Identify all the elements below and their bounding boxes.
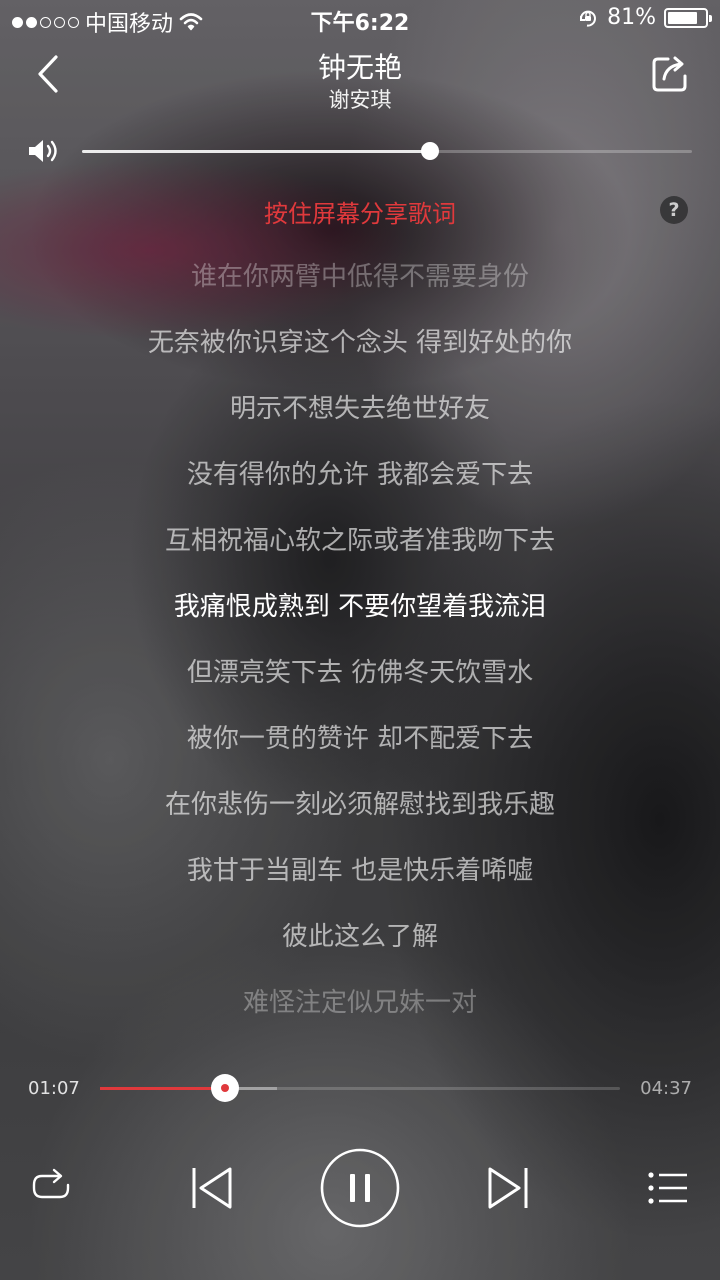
speaker-icon: [29, 140, 57, 162]
share-button[interactable]: [648, 52, 692, 96]
volume-slider[interactable]: [82, 142, 692, 160]
loop-icon: [32, 1168, 70, 1199]
battery-level-fill: [668, 11, 698, 24]
pause-button[interactable]: [320, 1148, 400, 1228]
lyric-line: 无奈被你识穿这个念头 得到好处的你: [147, 328, 573, 358]
lyric-line: 没有得你的允许 我都会爱下去: [186, 460, 534, 490]
seek-bar-played: [100, 1087, 225, 1090]
status-bar: 中国移动 下午6:22 81%: [0, 0, 720, 38]
help-icon[interactable]: ?: [660, 196, 688, 224]
elapsed-time: 01:07: [28, 1078, 80, 1099]
lyric-line: 我甘于当副车 也是快乐着唏嘘: [186, 856, 534, 886]
lyric-line: 在你悲伤一刻必须解慰找到我乐趣: [164, 790, 555, 820]
lyrics-panel[interactable]: 谁在你两臂中低得不需要身份无奈被你识穿这个念头 得到好处的你 明示不想失去绝世好友…: [0, 244, 720, 1036]
share-lyrics-hint: 按住屏幕分享歌词: [264, 200, 456, 228]
playlist-button[interactable]: [646, 1168, 690, 1208]
lyric-line: 但漂亮笑下去 彷佛冬天饮雪水: [186, 658, 534, 688]
battery-icon: [664, 7, 712, 28]
lyric-line: 明示不想失去绝世好友: [229, 394, 490, 424]
previous-track-button[interactable]: [188, 1164, 236, 1212]
playback-controls: [0, 1146, 720, 1230]
lyric-line: 互相祝福心软之际或者准我吻下去: [164, 526, 555, 556]
player-header: 钟无艳 谢安琪: [0, 40, 720, 120]
seek-thumb-dot: [220, 1084, 229, 1092]
status-right: 81%: [577, 5, 712, 30]
orientation-lock-icon: [580, 10, 597, 27]
seek-bar[interactable]: [100, 1074, 620, 1102]
volume-control: [0, 133, 720, 169]
previous-track-icon: [192, 1167, 232, 1209]
lyric-line: 被你一贯的赞许 却不配爱下去: [186, 724, 534, 754]
song-artist: 谢安琪: [328, 88, 392, 112]
battery-percent: 81%: [607, 5, 656, 30]
volume-level-fill: [82, 150, 430, 153]
lyric-line: 谁在你两臂中低得不需要身份: [190, 262, 529, 292]
lyric-line: 彼此这么了解: [281, 922, 438, 952]
current-lyric-line: 我痛恨成熟到 不要你望着我流泪: [173, 592, 547, 622]
playlist-icon: [648, 1172, 687, 1204]
playback-progress: 01:07 04:37: [0, 1070, 720, 1106]
lyric-line: 难怪注定似兄妹一对: [242, 988, 477, 1018]
share-icon: [652, 56, 687, 92]
next-track-icon: [488, 1167, 528, 1209]
song-title: 钟无艳: [317, 51, 402, 84]
loop-mode-button[interactable]: [28, 1166, 74, 1208]
next-track-button[interactable]: [484, 1164, 532, 1212]
total-time: 04:37: [640, 1078, 692, 1099]
seek-bar-thumb[interactable]: [210, 1074, 239, 1102]
volume-slider-thumb[interactable]: [420, 142, 439, 160]
pause-icon: [320, 1148, 400, 1228]
